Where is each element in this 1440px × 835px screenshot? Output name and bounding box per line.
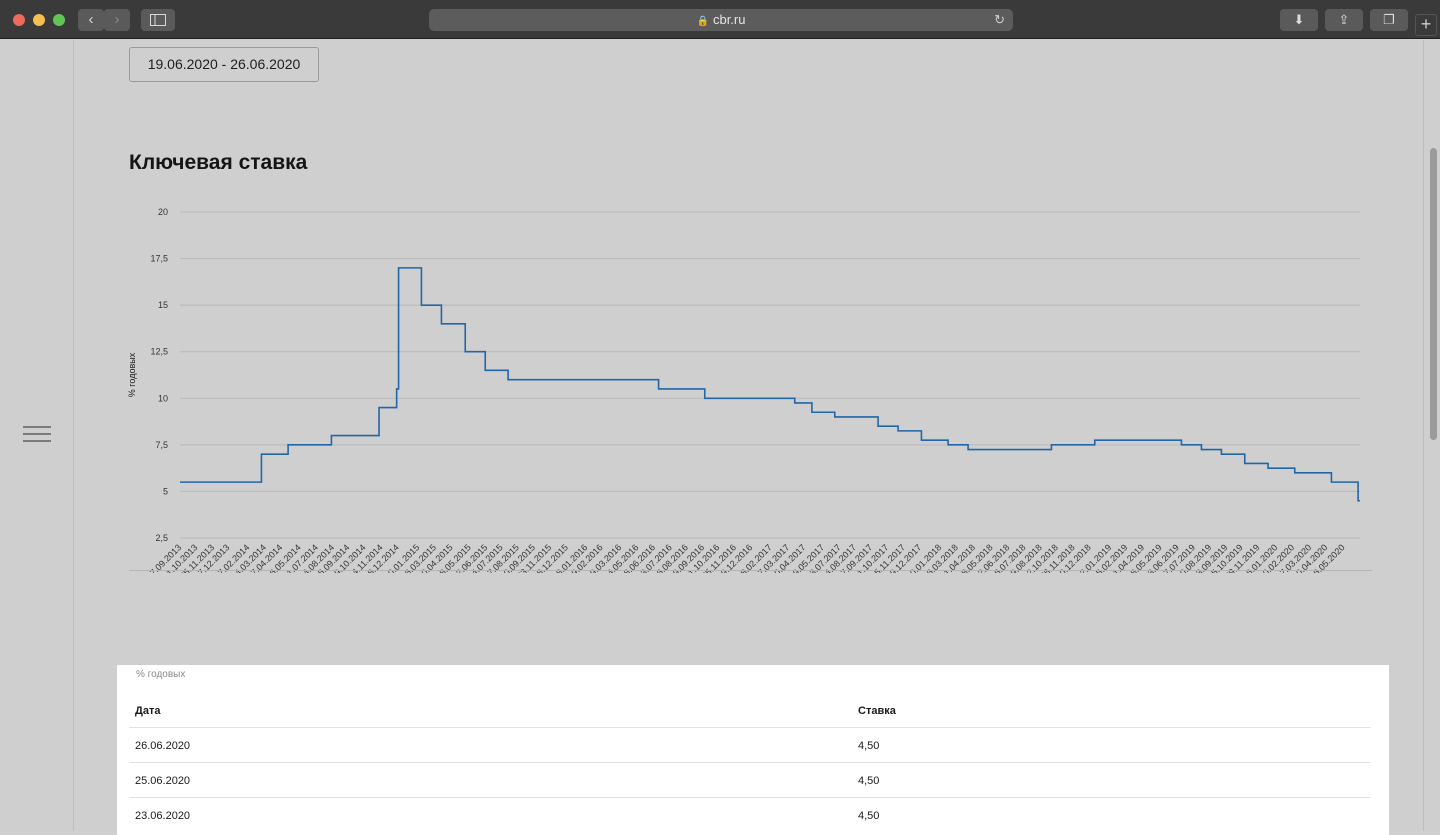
- table-row: 23.06.2020 4,50: [129, 798, 1371, 833]
- sidebar-icon: [150, 14, 166, 26]
- y-axis-label: % годовых: [127, 352, 137, 397]
- close-window-button[interactable]: [13, 14, 25, 26]
- y-tick-label: 17,5: [150, 254, 168, 264]
- download-icon: ⬇: [1293, 12, 1305, 27]
- minimize-window-button[interactable]: [33, 14, 45, 26]
- cell-date: 25.06.2020: [135, 775, 191, 787]
- series-line: [180, 267, 1360, 502]
- cell-date: 26.06.2020: [135, 740, 191, 752]
- fullscreen-window-button[interactable]: [53, 14, 65, 26]
- left-rail: [0, 40, 74, 831]
- rates-table: Дата Ставка 26.06.2020 4,50 25.06.2020 4…: [129, 693, 1371, 833]
- lock-icon: 🔒: [696, 16, 709, 27]
- table-row: 25.06.2020 4,50: [129, 763, 1371, 798]
- tab-overview-button[interactable]: ❐: [1370, 9, 1408, 31]
- table-header-row: Дата Ставка: [129, 693, 1371, 728]
- new-tab-button[interactable]: +: [1415, 14, 1437, 36]
- chevron-right-icon: ›: [114, 11, 120, 28]
- forward-button[interactable]: ›: [104, 9, 130, 31]
- address-bar[interactable]: 🔒 cbr.ru ↻: [429, 9, 1013, 31]
- key-rate-chart: 2,5 5 7,5 10 12,5 15 17,5 20% годовых 17.09.2013…: [120, 198, 1380, 581]
- scrollbar-thumb[interactable]: [1430, 148, 1437, 440]
- cell-rate: 4,50: [858, 775, 880, 787]
- cell-rate: 4,50: [858, 810, 880, 822]
- tabs-icon: ❐: [1383, 12, 1395, 27]
- y-tick-label: 7,5: [155, 440, 168, 450]
- page-content: 19.06.2020 - 26.06.2020 Ключевая ставка …: [0, 40, 1440, 835]
- cell-date: 23.06.2020: [135, 810, 191, 822]
- chart-svg: 2,557,51012,51517,520% годовых17.09.2013…: [127, 207, 1360, 581]
- plus-icon: +: [1420, 14, 1432, 34]
- y-tick-label: 20: [158, 207, 168, 217]
- table-row: 26.06.2020 4,50: [129, 728, 1371, 763]
- y-tick-label: 12,5: [150, 347, 168, 357]
- reload-icon[interactable]: ↻: [994, 9, 1005, 31]
- sidebar-toggle-button[interactable]: [141, 9, 175, 31]
- header-date: Дата: [135, 705, 161, 717]
- header-rate: Ставка: [858, 705, 896, 717]
- cell-rate: 4,50: [858, 740, 880, 752]
- chart-title: Ключевая ставка: [129, 151, 308, 174]
- y-tick-label: 10: [158, 393, 168, 403]
- menu-icon[interactable]: [23, 426, 51, 442]
- chevron-left-icon: ‹: [88, 11, 94, 28]
- browser-titlebar: ‹ › 🔒 cbr.ru ↻ ⬇ ⇪ ❐ +: [0, 0, 1440, 39]
- y-tick-label: 5: [163, 486, 168, 496]
- url-text: cbr.ru: [712, 12, 746, 27]
- downloads-button[interactable]: ⬇: [1280, 9, 1318, 31]
- share-icon: ⇪: [1338, 12, 1350, 27]
- y-tick-label: 15: [158, 300, 168, 310]
- units-note: % годовых: [136, 669, 186, 680]
- divider: [129, 570, 1372, 571]
- share-button[interactable]: ⇪: [1325, 9, 1363, 31]
- y-tick-label: 2,5: [155, 533, 168, 543]
- date-range-picker[interactable]: 19.06.2020 - 26.06.2020: [129, 47, 319, 82]
- back-button[interactable]: ‹: [78, 9, 104, 31]
- rates-table-card: % годовых Дата Ставка 26.06.2020 4,50 25…: [117, 665, 1389, 835]
